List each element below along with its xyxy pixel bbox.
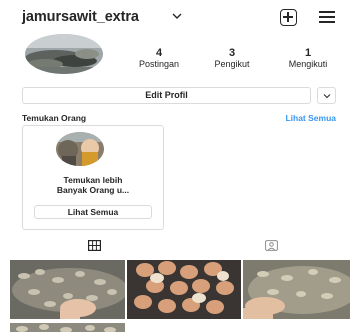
post-thumbnail[interactable] (10, 260, 125, 319)
username[interactable]: jamursawit_extra (22, 9, 139, 25)
stat-value: 4 (155, 47, 163, 59)
discover-card-text-line: Temukan lebih (63, 175, 123, 185)
stat-label: Postingan (138, 59, 180, 69)
discover-card-text-line: Banyak Orang u... (56, 185, 130, 195)
post-thumbnail[interactable] (127, 260, 241, 319)
stat-label: Mengikuti (288, 59, 328, 69)
top-bar: jamursawit_extra (0, 0, 350, 34)
stat-posts[interactable]: 4 Postingan (129, 47, 189, 70)
discover-card-avatar (56, 132, 104, 166)
edit-profile-button[interactable]: Edit Profil (22, 87, 311, 104)
stat-followers[interactable]: 3 Pengikut (202, 47, 262, 70)
hamburger-menu-icon[interactable] (319, 11, 335, 23)
see-all-link[interactable]: Lihat Semua (285, 113, 336, 123)
stat-value: 1 (304, 47, 312, 59)
post-thumbnail[interactable] (10, 321, 125, 332)
grid-icon[interactable] (88, 240, 101, 251)
chevron-down-icon (323, 94, 331, 99)
see-all-button[interactable]: Lihat Semua (34, 205, 152, 219)
discover-card: Temukan lebih Banyak Orang u... Lihat Se… (22, 125, 164, 230)
discover-people-title: Temukan Orang (22, 113, 87, 123)
discover-card-text: Temukan lebih Banyak Orang u... (27, 175, 159, 195)
stat-label: Pengikut (214, 59, 250, 69)
suggestions-toggle-button[interactable] (317, 87, 336, 104)
create-post-button[interactable] (280, 9, 297, 26)
tagged-person-icon[interactable] (265, 240, 278, 251)
chevron-down-icon[interactable] (171, 12, 183, 20)
stat-following[interactable]: 1 Mengikuti (278, 47, 338, 70)
profile-avatar[interactable] (25, 34, 103, 74)
post-thumbnail[interactable] (243, 260, 350, 319)
stat-value: 3 (228, 47, 236, 59)
